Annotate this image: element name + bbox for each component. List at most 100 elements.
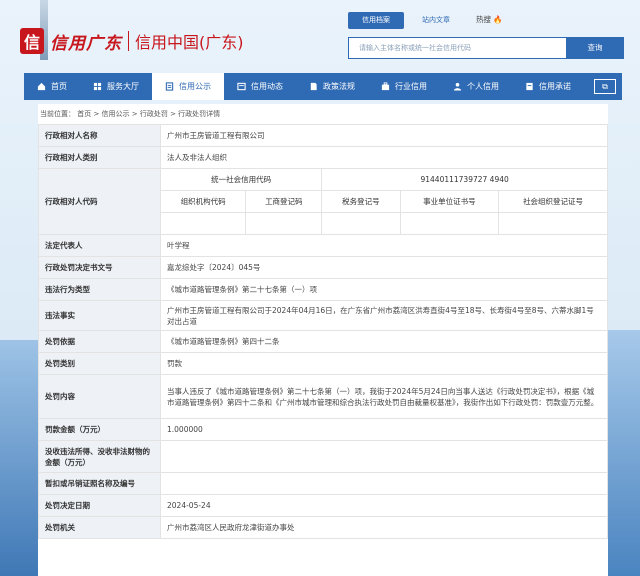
- field-value: 《城市道路管理条例》第四十二条: [160, 330, 608, 353]
- site-header: 信 信用广东 信用中国(广东) 信用档案 站内文章 热搜 🔥 请输入主体名称或统…: [0, 0, 640, 72]
- sub-value: [245, 212, 323, 235]
- field-value: 嘉龙综处字〔2024〕045号: [160, 256, 608, 279]
- table-row: 处罚类别 罚款: [38, 352, 608, 375]
- flame-icon: 🔥: [493, 15, 503, 24]
- nav-label: 个人信用: [467, 82, 499, 91]
- field-label: 违法事实: [38, 300, 161, 331]
- search-tabs: 信用档案 站内文章: [348, 12, 468, 29]
- field-label: 处罚类别: [38, 352, 161, 375]
- field-label: 违法行为类型: [38, 278, 161, 301]
- field-value: [160, 440, 608, 473]
- field-value: 广州市王房管道工程有限公司: [160, 124, 608, 147]
- field-value: 广州市荔湾区人民政府龙津街道办事处: [160, 516, 608, 539]
- nav-label: 信用公示: [179, 82, 211, 91]
- field-label: 处罚内容: [38, 374, 161, 419]
- field-label: 处罚依据: [38, 330, 161, 353]
- sub-value: [498, 212, 608, 235]
- table-row: 处罚内容 当事人违反了《城市道路管理条例》第二十七条第（一）项，我街于2024年…: [38, 374, 608, 419]
- logo-text: 信用中国(广东): [135, 33, 244, 52]
- table-row: 罚款金额（万元） 1.000000: [38, 418, 608, 441]
- penalty-detail-table: 行政相对人名称 广州市王房管道工程有限公司 行政相对人类别 法人及非法人组织 行…: [38, 124, 608, 539]
- search-input[interactable]: 请输入主体名称或统一社会信用代码: [348, 37, 566, 59]
- uscc-header: 统一社会信用代码: [159, 168, 323, 191]
- table-row: 违法事实 广州市王房管道工程有限公司于2024年04月16日，在广东省广州市荔湾…: [38, 300, 608, 331]
- detail-panel: 当前位置： 首页 > 信用公示 > 行政处罚 > 行政处罚详情 行政相对人名称 …: [38, 104, 608, 576]
- field-label: 法定代表人: [38, 234, 161, 257]
- field-label: 行政相对人代码: [38, 168, 161, 235]
- table-row: 处罚机关 广州市荔湾区人民政府龙津街道办事处: [38, 516, 608, 539]
- news-icon: [237, 82, 246, 91]
- nav-industry-credit[interactable]: 行业信用: [368, 73, 440, 100]
- table-row: 行政相对人代码 统一社会信用代码 91440111739727 4940: [38, 168, 608, 235]
- home-icon: [37, 82, 46, 91]
- industry-icon: [381, 82, 390, 91]
- table-row: 处罚依据 《城市道路管理条例》第四十二条: [38, 330, 608, 353]
- field-label: 行政相对人类别: [38, 146, 161, 169]
- nav-label: 行业信用: [395, 82, 427, 91]
- table-row: 行政相对人类别 法人及非法人组织: [38, 146, 608, 169]
- sub-header: 事业单位证书号: [399, 190, 500, 213]
- table-row: 违法行为类型 《城市道路管理条例》第二十七条第（一）项: [38, 278, 608, 301]
- nav-label: 政策法规: [323, 82, 355, 91]
- sub-value: [159, 212, 247, 235]
- main-nav: 首页 服务大厅 信用公示 信用动态 政策法规 行业信用 个人信用 信用承诺 ⧉: [24, 73, 622, 100]
- sub-value: [321, 212, 401, 235]
- policy-icon: [310, 82, 317, 91]
- nav-credit-promise[interactable]: 信用承诺: [512, 73, 584, 100]
- nav-more-icon[interactable]: ⧉: [594, 79, 616, 94]
- field-label: 暂扣或吊销证照名称及编号: [38, 472, 161, 495]
- tab-site-articles[interactable]: 站内文章: [408, 12, 464, 29]
- hot-search[interactable]: 热搜 🔥: [476, 14, 503, 25]
- field-value: 2024-05-24: [160, 494, 608, 517]
- nav-personal-credit[interactable]: 个人信用: [440, 73, 512, 100]
- sub-value: [399, 212, 500, 235]
- nav-home[interactable]: 首页: [24, 73, 80, 100]
- field-label: 罚款金额（万元）: [38, 418, 161, 441]
- field-value: 广州市王房管道工程有限公司于2024年04月16日，在广东省广州市荔湾区洪寿直街…: [160, 300, 608, 331]
- table-row: 暂扣或吊销证照名称及编号: [38, 472, 608, 495]
- logo-divider: [128, 31, 129, 51]
- promise-icon: [526, 82, 533, 91]
- sub-header: 社会组织登记证号: [498, 190, 608, 213]
- nav-credit-news[interactable]: 信用动态: [224, 73, 296, 100]
- table-row: 处罚决定日期 2024-05-24: [38, 494, 608, 517]
- sub-header: 税务登记号: [321, 190, 401, 213]
- nav-policy[interactable]: 政策法规: [296, 73, 368, 100]
- site-logo[interactable]: 信 信用广东 信用中国(广东): [20, 28, 244, 54]
- nav-label: 信用动态: [251, 82, 283, 91]
- field-value: 叶学程: [160, 234, 608, 257]
- person-icon: [453, 82, 462, 91]
- nav-label: 信用承诺: [539, 82, 571, 91]
- field-value: [160, 472, 608, 495]
- hot-search-label: 热搜: [476, 15, 491, 24]
- field-label: 处罚决定日期: [38, 494, 161, 517]
- background-skyline-left: [0, 340, 40, 576]
- sub-header: 工商登记码: [245, 190, 323, 213]
- nav-label: 服务大厅: [107, 82, 139, 91]
- logo-script: 信用广东: [50, 33, 122, 54]
- nav-label: 首页: [51, 82, 67, 91]
- tab-credit-archive[interactable]: 信用档案: [348, 12, 404, 29]
- uscc-value: 91440111739727 4940: [321, 168, 608, 191]
- field-label: 没收违法所得、没收非法财物的金额（万元）: [38, 440, 161, 473]
- logo-mark-icon: 信: [20, 28, 44, 54]
- nav-credit-publicity[interactable]: 信用公示: [152, 73, 224, 100]
- sub-header: 组织机构代码: [159, 190, 247, 213]
- table-row: 没收违法所得、没收非法财物的金额（万元）: [38, 440, 608, 473]
- field-label: 处罚机关: [38, 516, 161, 539]
- table-row: 行政相对人名称 广州市王房管道工程有限公司: [38, 124, 608, 147]
- field-value: 当事人违反了《城市道路管理条例》第二十七条第（一）项，我街于2024年5月24日…: [160, 374, 608, 419]
- search-button[interactable]: 查询: [566, 37, 624, 59]
- field-value: 法人及非法人组织: [160, 146, 608, 169]
- breadcrumb: 当前位置： 首页 > 信用公示 > 行政处罚 > 行政处罚详情: [40, 110, 221, 118]
- nav-service-hall[interactable]: 服务大厅: [80, 73, 152, 100]
- field-value: 罚款: [160, 352, 608, 375]
- field-value: 1.000000: [160, 418, 608, 441]
- table-row: 法定代表人 叶学程: [38, 234, 608, 257]
- table-row: 行政处罚决定书文号 嘉龙综处字〔2024〕045号: [38, 256, 608, 279]
- publicity-icon: [165, 82, 174, 91]
- field-value: 《城市道路管理条例》第二十七条第（一）项: [160, 278, 608, 301]
- field-label: 行政处罚决定书文号: [38, 256, 161, 279]
- field-label: 行政相对人名称: [38, 124, 161, 147]
- service-icon: [93, 82, 102, 91]
